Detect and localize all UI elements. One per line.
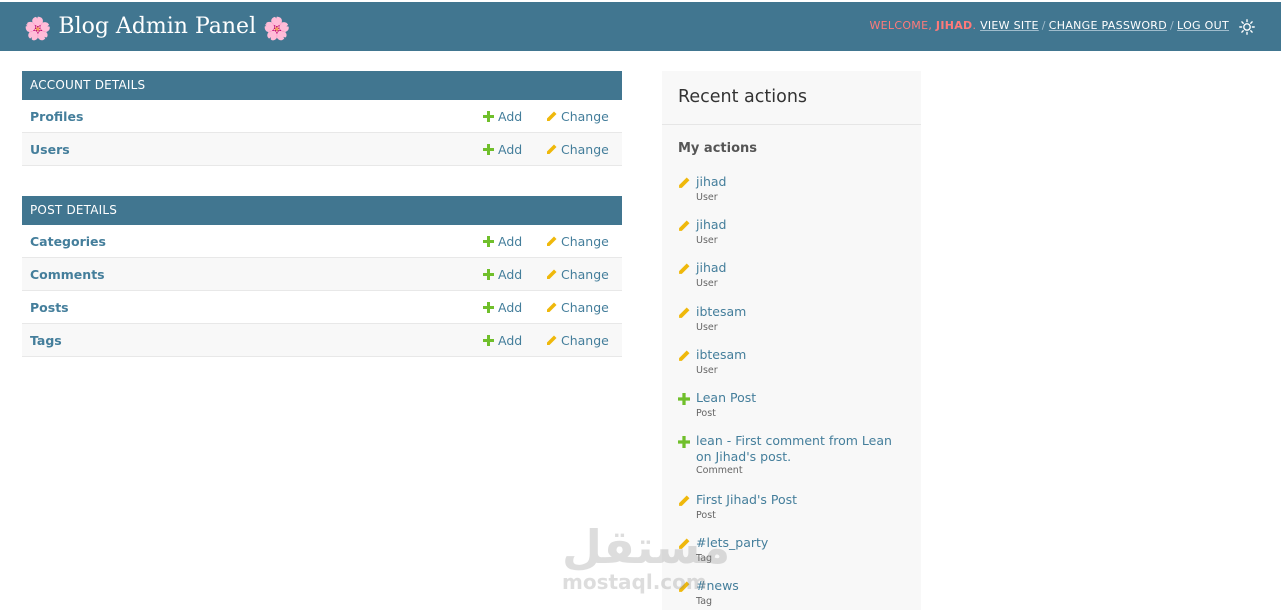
change-button[interactable]: Change [546,300,609,315]
add-button[interactable]: Add [483,109,522,124]
pencil-icon [547,236,557,246]
site-branding[interactable]: 🌸 Blog Admin Panel 🌸 [24,14,291,42]
change-button[interactable]: Change [546,234,609,249]
my-actions-heading: My actions [678,141,758,156]
model-link-posts[interactable]: Posts [30,300,69,315]
add-button[interactable]: Add [483,300,522,315]
watermark-latin: mostaql.com [562,570,707,594]
table-row: Users Add Change [22,133,622,166]
table-row: Categories Add Change [22,225,622,258]
change-button[interactable]: Change [546,142,609,157]
plus-icon [678,436,690,448]
user-tools: WELCOME, JIHAD. VIEW SITE / CHANGE PASSWOR… [869,19,1229,32]
action-link[interactable]: jihad [696,217,910,233]
model-link-comments[interactable]: Comments [30,267,105,282]
action-link[interactable]: jihad [696,260,910,276]
action-link[interactable]: ibtesam [696,347,910,363]
view-site-link[interactable]: VIEW SITE [980,19,1039,32]
pencil-icon [679,350,690,361]
action-link[interactable]: ibtesam [696,304,910,320]
plus-icon [483,269,494,280]
model-link-categories[interactable]: Categories [30,234,106,249]
model-link-users[interactable]: Users [30,142,70,157]
pencil-icon [547,144,557,154]
add-button[interactable]: Add [483,267,522,282]
action-type: User [696,192,718,203]
model-link-profiles[interactable]: Profiles [30,109,83,124]
module-header[interactable]: ACCOUNT DETAILS [22,71,622,100]
divider [662,124,921,125]
pencil-icon [679,263,690,274]
module-post-details: POST DETAILS Categories Add Change Comme… [22,196,622,357]
pencil-icon [547,269,557,279]
add-button[interactable]: Add [483,234,522,249]
site-title: Blog Admin Panel [58,14,257,39]
change-button[interactable]: Change [546,267,609,282]
action-type: User [696,365,718,376]
watermark-arabic: مستقل [562,520,731,574]
log-out-link[interactable]: LOG OUT [1177,19,1229,32]
table-row: Profiles Add Change [22,100,622,133]
pencil-icon [547,335,557,345]
plus-icon [483,144,494,155]
module-account-details: ACCOUNT DETAILS Profiles Add Change User… [22,71,622,166]
flower-icon: 🌸 [263,17,291,42]
plus-icon [483,111,494,122]
action-type: User [696,278,718,289]
action-link[interactable]: jihad [696,174,910,190]
pencil-icon [679,220,690,231]
action-type: User [696,322,718,333]
change-button[interactable]: Change [546,333,609,348]
header-bar: 🌸 Blog Admin Panel 🌸 WELCOME, JIHAD. VIE… [0,0,1281,51]
change-password-link[interactable]: CHANGE PASSWORD [1049,19,1167,32]
pencil-icon [679,177,690,188]
action-type: Comment [696,465,743,476]
recent-actions-title: Recent actions [678,87,808,107]
table-row: Posts Add Change [22,291,622,324]
username: JIHAD [935,19,973,32]
action-link[interactable]: lean - First comment from Lean on Jihad'… [696,433,910,465]
action-type: Post [696,408,716,419]
change-button[interactable]: Change [546,109,609,124]
welcome-text: WELCOME, [869,19,933,32]
module-header[interactable]: POST DETAILS [22,196,622,225]
flower-icon: 🌸 [24,17,52,42]
action-link[interactable]: First Jihad's Post [696,492,910,508]
action-type: User [696,235,718,246]
add-button[interactable]: Add [483,142,522,157]
plus-icon [483,236,494,247]
add-button[interactable]: Add [483,333,522,348]
pencil-icon [547,302,557,312]
plus-icon [678,393,690,405]
plus-icon [483,335,494,346]
pencil-icon [679,495,690,506]
model-link-tags[interactable]: Tags [30,333,62,348]
watermark: مستقل mostaql.com [560,520,730,610]
table-row: Comments Add Change [22,258,622,291]
pencil-icon [679,307,690,318]
sun-icon[interactable] [1239,19,1255,35]
table-row: Tags Add Change [22,324,622,357]
action-link[interactable]: Lean Post [696,390,910,406]
plus-icon [483,302,494,313]
action-link[interactable]: #news [696,578,910,594]
pencil-icon [547,111,557,121]
